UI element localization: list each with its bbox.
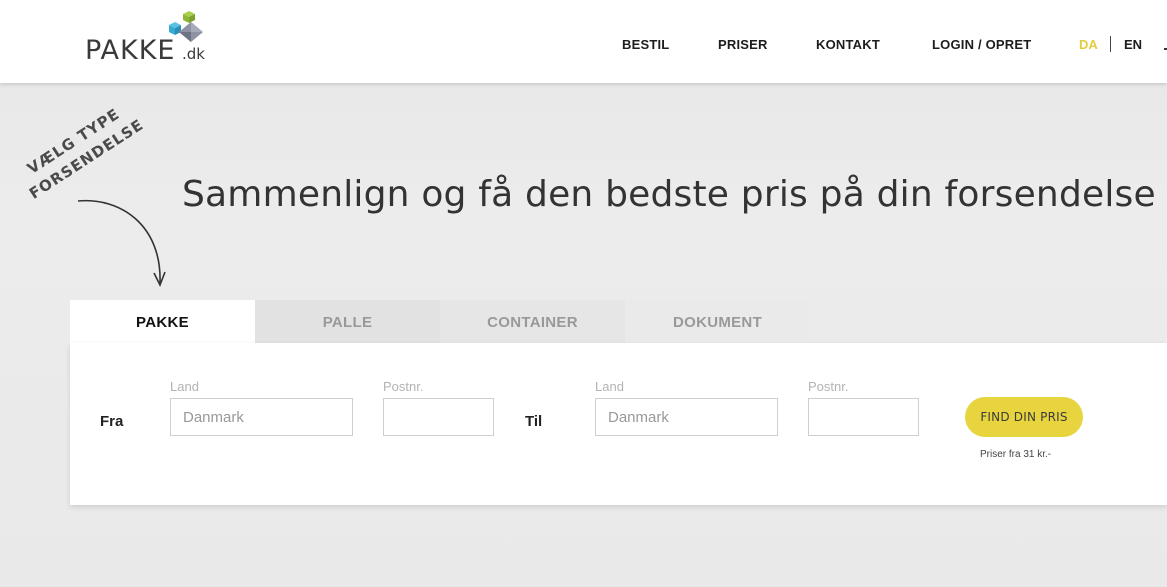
- price-note: Priser fra 31 kr.-: [980, 449, 1052, 460]
- from-country-input[interactable]: [170, 398, 353, 436]
- tab-palle[interactable]: PALLE: [255, 300, 440, 344]
- nav-bestil[interactable]: BESTIL: [622, 37, 669, 52]
- curved-arrow-icon: [77, 199, 166, 287]
- find-price-button[interactable]: FIND DIN PRIS: [965, 397, 1083, 437]
- from-country-label: Land: [170, 379, 199, 394]
- nav-priser[interactable]: PRISER: [718, 37, 768, 52]
- logo-text: PAKKE: [85, 35, 176, 66]
- tab-pakke[interactable]: PAKKE: [70, 300, 255, 344]
- nav-kontakt[interactable]: KONTAKT: [816, 37, 880, 52]
- logo-tld: .dk: [182, 45, 205, 63]
- from-label: Fra: [100, 413, 124, 430]
- site-header: PAKKE .dk BESTIL PRISER KONTAKT LOGIN / …: [0, 0, 1167, 83]
- lang-en[interactable]: EN: [1124, 37, 1142, 52]
- tab-dokument[interactable]: DOKUMENT: [625, 300, 810, 344]
- from-zip-input[interactable]: [383, 398, 494, 436]
- to-country-label: Land: [595, 379, 624, 394]
- to-zip-label: Postnr.: [808, 379, 849, 394]
- price-search-form: Fra Land Postnr. Til Land Postnr. FIND D…: [70, 343, 1167, 505]
- tab-hint: VÆLG TYPE FORSENDELSE: [8, 84, 147, 203]
- lang-divider: [1110, 36, 1111, 52]
- to-country-input[interactable]: [595, 398, 778, 436]
- tab-container[interactable]: CONTAINER: [440, 300, 625, 344]
- to-zip-input[interactable]: [808, 398, 919, 436]
- lang-da[interactable]: DA: [1079, 37, 1098, 52]
- page-headline: Sammenlign og få den bedste pris på din …: [182, 174, 1156, 215]
- from-zip-label: Postnr.: [383, 379, 424, 394]
- logo[interactable]: PAKKE .dk: [85, 10, 215, 66]
- nav-login[interactable]: LOGIN / OPRET: [932, 37, 1031, 52]
- to-label: Til: [525, 413, 543, 430]
